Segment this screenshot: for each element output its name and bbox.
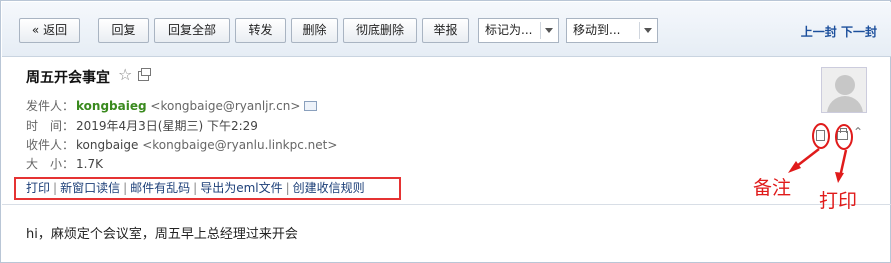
dropdown-separator (639, 22, 640, 39)
popout-icon[interactable] (138, 68, 151, 81)
from-label: 发件人： (26, 99, 75, 113)
print-annotation-label: 打印 (819, 190, 858, 212)
email-subject: 周五开会事宜 (26, 70, 110, 86)
print-icon[interactable] (837, 128, 848, 140)
print-arrow-head (835, 172, 844, 183)
sender-name[interactable]: kongbaieg (76, 99, 147, 113)
prev-mail-link[interactable]: 上一封 (801, 25, 837, 39)
print-arrow (838, 149, 848, 178)
next-mail-link[interactable]: 下一封 (841, 25, 877, 39)
mail-actions-bar: 打印 | 新窗口读信 | 邮件有乱码 | 导出为eml文件 | 创建收信规则 (14, 177, 401, 200)
time-row: 时 间： 2019年4月3日(星期三) 下午2:29 (26, 117, 258, 134)
to-row: 收件人： kongbaige <kongbaige@ryanlu.linkpc.n… (26, 136, 337, 153)
new-window-link[interactable]: 新窗口读信 (60, 181, 120, 195)
reply-button[interactable]: 回复 (98, 18, 149, 43)
avatar-head (835, 75, 855, 95)
star-icon[interactable]: ☆ (118, 65, 132, 84)
dropdown-separator (540, 22, 541, 39)
note-arrow-head (788, 161, 801, 173)
mark-as-label: 标记为... (485, 23, 533, 37)
time-label: 时 间： (26, 119, 75, 133)
avatar-icon (821, 67, 867, 113)
move-to-dropdown[interactable]: 移动到... (566, 18, 658, 43)
from-row: 发件人： kongbaieg <kongbaige@ryanljr.cn> (26, 97, 318, 114)
size-label: 大 小： (26, 157, 75, 171)
avatar-body (827, 96, 863, 112)
mail-reader-window: « 返回 回复 回复全部 转发 删除 彻底删除 举报 标记为... 移动到...… (0, 0, 891, 263)
chevron-down-icon (545, 28, 553, 33)
separator: | (193, 181, 198, 195)
vcard-icon[interactable] (304, 101, 318, 111)
to-label: 收件人： (26, 138, 75, 152)
header-divider (2, 204, 891, 205)
prev-next-nav: 上一封 下一封 (801, 23, 877, 40)
recipient-address: <kongbaige@ryanlu.linkpc.net> (142, 138, 338, 152)
separator: | (53, 181, 58, 195)
chevron-down-icon (644, 28, 652, 33)
separator: | (285, 181, 290, 195)
back-button[interactable]: « 返回 (19, 18, 80, 43)
email-body: hi，麻烦定个会议室，周五早上总经理过来开会 (26, 227, 298, 242)
forward-button[interactable]: 转发 (235, 18, 286, 43)
toolbar: « 返回 回复 回复全部 转发 删除 彻底删除 举报 标记为... 移动到...… (2, 2, 891, 57)
permanent-delete-button[interactable]: 彻底删除 (343, 18, 417, 43)
delete-button[interactable]: 删除 (291, 18, 338, 43)
garbled-link[interactable]: 邮件有乱码 (130, 181, 190, 195)
reply-all-button[interactable]: 回复全部 (154, 18, 230, 43)
size-value: 1.7K (76, 157, 103, 171)
create-rule-link[interactable]: 创建收信规则 (293, 181, 365, 195)
move-to-label: 移动到... (573, 23, 621, 37)
separator: | (123, 181, 128, 195)
collapse-icon[interactable]: ⌃ (853, 125, 863, 139)
time-value: 2019年4月3日(星期三) 下午2:29 (76, 119, 258, 133)
note-icon[interactable] (816, 130, 825, 141)
size-row: 大 小： 1.7K (26, 155, 103, 172)
mark-as-dropdown[interactable]: 标记为... (478, 18, 559, 43)
export-eml-link[interactable]: 导出为eml文件 (200, 181, 282, 195)
sender-address: <kongbaige@ryanljr.cn> (150, 99, 301, 113)
note-annotation-label: 备注 (753, 177, 792, 199)
recipient-name[interactable]: kongbaige (76, 138, 138, 152)
note-arrow (792, 148, 820, 170)
report-button[interactable]: 举报 (422, 18, 469, 43)
print-link[interactable]: 打印 (26, 181, 50, 195)
